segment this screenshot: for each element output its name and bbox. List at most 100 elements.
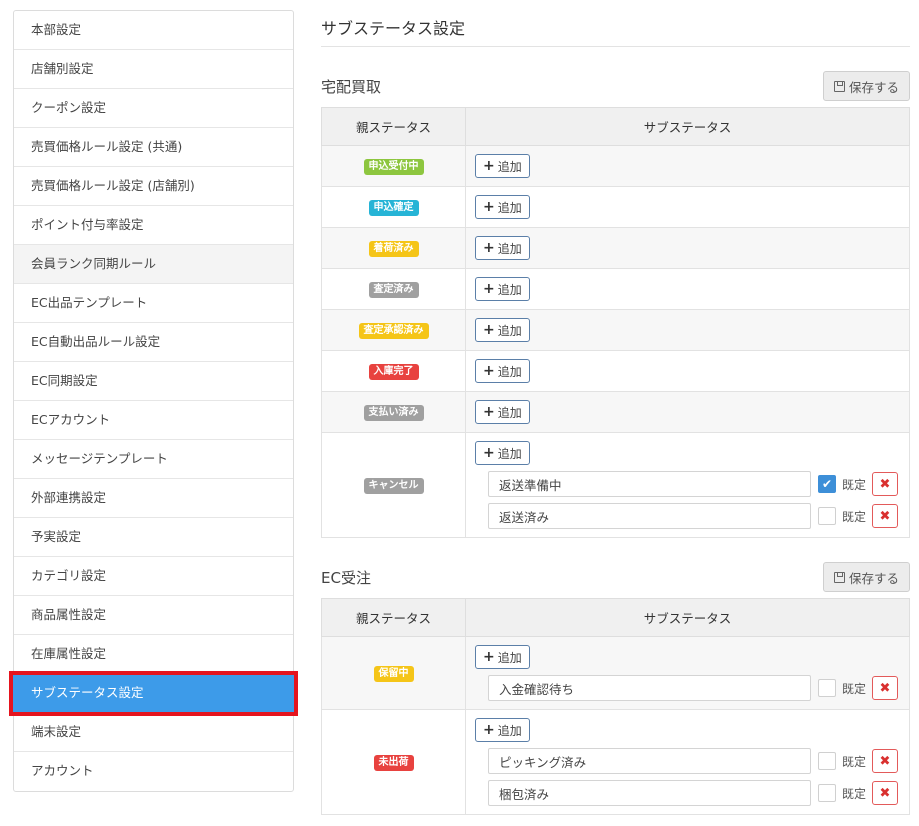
substatus-name-input[interactable] — [488, 503, 811, 529]
substatus-cell: + 追加 — [465, 268, 910, 310]
status-badge: 着荷済み — [368, 240, 419, 257]
add-button-label: 追加 — [497, 200, 522, 215]
add-button-label: 追加 — [497, 159, 522, 174]
table-row: 保留中 +追加既定 ✖ — [321, 636, 910, 710]
default-checkbox[interactable] — [818, 679, 836, 697]
default-label: 既定 — [842, 786, 867, 801]
floppy-disk-icon — [833, 571, 845, 583]
close-icon: ✖ — [879, 753, 891, 769]
add-button-label: 追加 — [497, 364, 522, 379]
sidebar-item[interactable]: アカウント — [14, 752, 293, 791]
page-title: サブステータス設定 — [321, 15, 910, 47]
substatus-name-input[interactable] — [488, 780, 811, 806]
substatus-name-input[interactable] — [488, 471, 811, 497]
sidebar-item[interactable]: ECアカウント — [14, 401, 293, 440]
sidebar-item[interactable]: EC自動出品ルール設定 — [14, 323, 293, 362]
sidebar-item[interactable]: 商品属性設定 — [14, 596, 293, 635]
substatus-cell: +追加既定 ✖ 既定 ✖ — [465, 709, 910, 815]
sidebar-item[interactable]: EC同期設定 — [14, 362, 293, 401]
sidebar-item[interactable]: 外部連携設定 — [14, 479, 293, 518]
plus-icon: + — [483, 199, 495, 215]
substatus-table: 親ステータス サブステータス 申込受付中 + 追加 申込確定 + 追加 着荷済み + 追加 査定済み +… — [321, 107, 910, 538]
plus-icon: + — [483, 722, 495, 738]
sidebar-item[interactable]: 在庫属性設定 — [14, 635, 293, 674]
substatus-entry: 既定 ✖ — [488, 503, 900, 529]
delete-substatus-button[interactable]: ✖ — [872, 504, 898, 528]
default-checkbox[interactable] — [818, 507, 836, 525]
sidebar-item[interactable]: クーポン設定 — [14, 89, 293, 128]
close-icon: ✖ — [879, 508, 891, 524]
plus-icon: + — [483, 649, 495, 665]
add-substatus-button[interactable]: + 追加 — [475, 645, 530, 669]
parent-status-cell: 支払い済み — [321, 391, 466, 433]
plus-icon: + — [483, 158, 495, 174]
add-substatus-button[interactable]: + 追加 — [475, 359, 530, 383]
add-substatus-button[interactable]: + 追加 — [475, 195, 530, 219]
substatus-entry: 既定 ✖ — [488, 748, 900, 774]
substatus-table: 親ステータスサブステータス保留中+追加既定✖未出荷+追加既定✖既定✖ — [321, 598, 910, 815]
parent-status-cell: キャンセル — [321, 432, 466, 538]
add-substatus-button[interactable]: + 追加 — [475, 318, 530, 342]
default-label: 既定 — [842, 681, 867, 696]
status-badge: 保留中 — [373, 665, 414, 682]
substatus-name-input[interactable] — [488, 675, 811, 701]
status-badge: 申込確定 — [368, 199, 419, 216]
sidebar-item[interactable]: メッセージテンプレート — [14, 440, 293, 479]
add-substatus-button[interactable]: + 追加 — [475, 277, 530, 301]
substatus-entry: 既定 ✖ — [488, 675, 900, 701]
delete-substatus-button[interactable]: ✖ — [872, 749, 898, 773]
default-checkbox[interactable] — [818, 752, 836, 770]
delete-substatus-button[interactable]: ✖ — [872, 472, 898, 496]
sidebar-item[interactable]: 予実設定 — [14, 518, 293, 557]
table-row: 支払い済み + 追加 — [321, 391, 910, 433]
table-row: 査定済み + 追加 — [321, 268, 910, 310]
main-content: サブステータス設定 宅配買取 保存する 親ステータス サブステータス 申込受付中 + 追加申… — [321, 0, 910, 815]
parent-status-cell: 査定済み — [321, 268, 466, 310]
substatus-cell: +追加 ✔ 既定 ✖ 既定 ✖ — [465, 432, 910, 538]
sidebar-item[interactable]: ポイント付与率設定 — [14, 206, 293, 245]
sidebar-item[interactable]: 本部設定 — [14, 11, 293, 50]
add-substatus-button[interactable]: + 追加 — [475, 400, 530, 424]
status-badge: 査定済み — [368, 281, 419, 298]
close-icon: ✖ — [879, 785, 891, 801]
save-button-label: 保存する — [848, 79, 899, 95]
sidebar-item[interactable]: 売買価格ルール設定 (共通) — [14, 128, 293, 167]
sidebar-item[interactable]: 店舗別設定 — [14, 50, 293, 89]
parent-status-cell: 申込受付中 — [321, 145, 466, 187]
status-badge: 入庫完了 — [368, 363, 419, 380]
add-button-label: 追加 — [497, 241, 522, 256]
sidebar-item[interactable]: 会員ランク同期ルール — [14, 245, 293, 284]
add-button-label: 追加 — [497, 405, 522, 420]
sidebar-item[interactable]: EC出品テンプレート — [14, 284, 293, 323]
save-button[interactable]: 保存する — [823, 71, 910, 101]
column-header-parent-status: 親ステータス — [321, 598, 466, 637]
default-checkbox[interactable] — [818, 784, 836, 802]
save-button[interactable]: 保存する — [823, 562, 910, 592]
sidebar-item[interactable]: サブステータス設定 — [9, 671, 298, 716]
plus-icon: + — [483, 363, 495, 379]
parent-status-cell: 未出荷 — [321, 709, 466, 815]
sidebar-item[interactable]: カテゴリ設定 — [14, 557, 293, 596]
sections-container: 宅配買取 保存する 親ステータス サブステータス 申込受付中 + 追加 申込確定 + 追加 着荷済み… — [321, 47, 910, 815]
save-button-label: 保存する — [848, 570, 899, 586]
delete-substatus-button[interactable]: ✖ — [872, 781, 898, 805]
substatus-cell: + 追加 — [465, 391, 910, 433]
add-substatus-button[interactable]: + 追加 — [475, 718, 530, 742]
add-substatus-button[interactable]: + 追加 — [475, 441, 530, 465]
close-icon: ✖ — [879, 680, 891, 696]
substatus-cell: + 追加 — [465, 145, 910, 187]
sidebar-item[interactable]: 売買価格ルール設定 (店舗別) — [14, 167, 293, 206]
delete-substatus-button[interactable]: ✖ — [872, 676, 898, 700]
sidebar-item[interactable]: 端末設定 — [14, 713, 293, 752]
column-header-parent-status: 親ステータス — [321, 107, 466, 146]
status-badge: キャンセル — [363, 477, 424, 494]
floppy-disk-icon — [833, 80, 845, 92]
status-badge: 未出荷 — [373, 754, 414, 771]
default-checkbox[interactable]: ✔ — [818, 475, 836, 493]
add-substatus-button[interactable]: + 追加 — [475, 154, 530, 178]
parent-status-cell: 保留中 — [321, 636, 466, 710]
add-button-label: 追加 — [497, 650, 522, 665]
add-substatus-button[interactable]: + 追加 — [475, 236, 530, 260]
substatus-name-input[interactable] — [488, 748, 811, 774]
substatus-entry: ✔ 既定 ✖ — [488, 471, 900, 497]
